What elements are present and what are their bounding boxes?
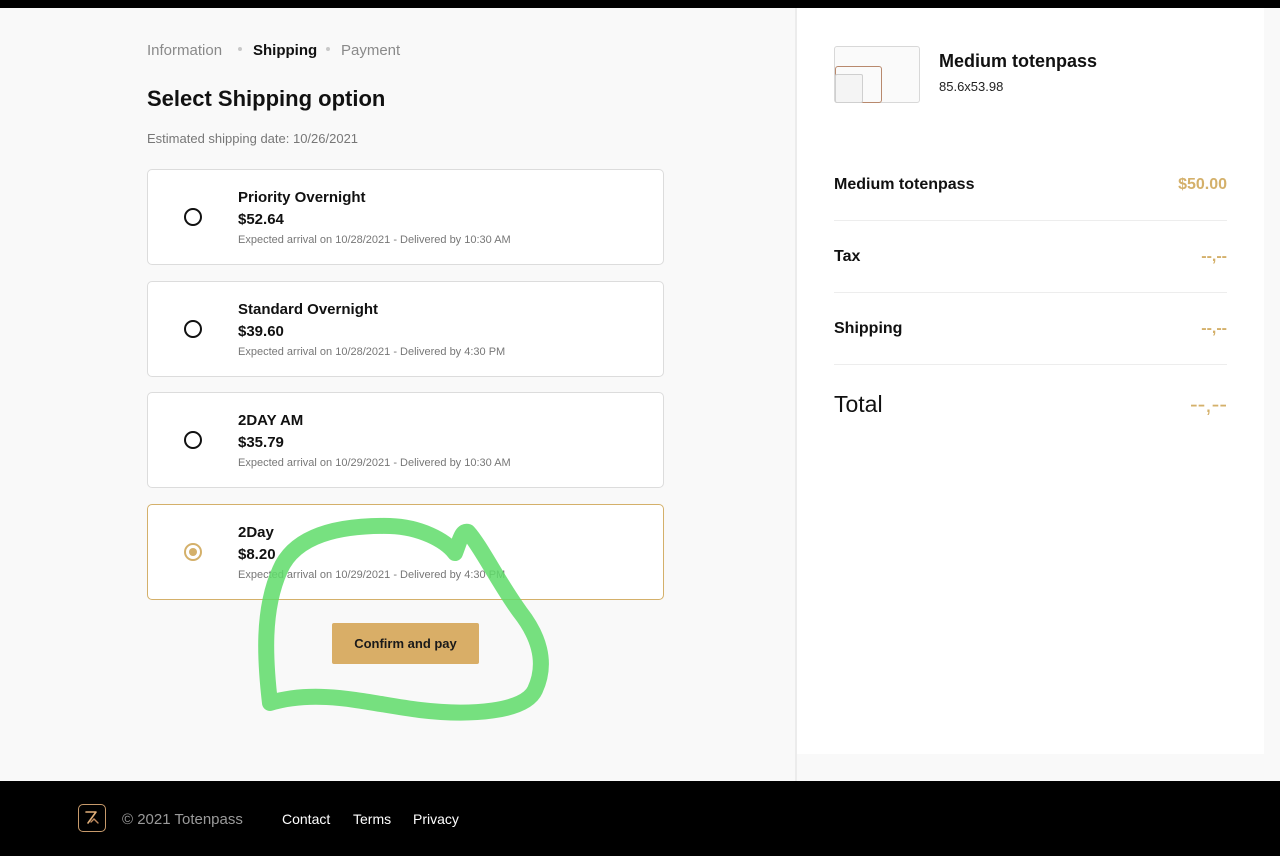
radio-selected-dot xyxy=(189,548,197,556)
shipping-option-2day-am[interactable]: 2DAY AM $35.79 Expected arrival on 10/29… xyxy=(147,392,664,488)
shipping-option-2day[interactable]: 2Day $8.20 Expected arrival on 10/29/202… xyxy=(147,504,664,600)
summary-line-label: Medium totenpass xyxy=(834,176,975,193)
summary-line-label: Tax xyxy=(834,248,861,265)
option-price: $35.79 xyxy=(238,434,284,451)
option-name: 2Day xyxy=(238,524,274,541)
summary-line-value: $50.00 xyxy=(1178,176,1227,193)
summary-divider xyxy=(834,364,1227,365)
breadcrumb-payment[interactable]: Payment xyxy=(341,42,400,59)
option-arrival: Expected arrival on 10/28/2021 - Deliver… xyxy=(238,346,506,358)
option-name: Standard Overnight xyxy=(238,301,379,318)
option-name: Priority Overnight xyxy=(238,189,366,206)
breadcrumb-information[interactable]: Information xyxy=(147,42,222,59)
radio-button[interactable] xyxy=(184,208,202,226)
estimated-shipping-date: Estimated shipping date: 10/26/2021 xyxy=(147,131,359,146)
footer-link-contact[interactable]: Contact xyxy=(282,811,330,827)
option-price: $52.64 xyxy=(238,211,284,228)
option-name: 2DAY AM xyxy=(238,412,304,429)
breadcrumb-separator xyxy=(326,47,330,51)
shipping-option-priority-overnight[interactable]: Priority Overnight $52.64 Expected arriv… xyxy=(147,169,664,265)
summary-divider xyxy=(834,292,1227,293)
total-value: --,-- xyxy=(1189,391,1227,417)
page-title: Select Shipping option xyxy=(147,86,386,111)
option-price: $39.60 xyxy=(238,323,284,340)
footer: © 2021 Totenpass Contact Terms Privacy xyxy=(0,781,1280,856)
confirm-and-pay-button[interactable]: Confirm and pay xyxy=(332,623,479,664)
summary-line-value: --,-- xyxy=(1201,320,1227,337)
option-arrival: Expected arrival on 10/29/2021 - Deliver… xyxy=(238,569,506,581)
breadcrumb-separator xyxy=(238,47,242,51)
top-bar xyxy=(0,0,1280,8)
card-thumbnail-icon xyxy=(834,46,920,103)
radio-button[interactable] xyxy=(184,320,202,338)
option-arrival: Expected arrival on 10/29/2021 - Deliver… xyxy=(238,457,511,469)
total-label: Total xyxy=(834,391,883,417)
order-summary-pane xyxy=(797,8,1264,754)
option-price: $8.20 xyxy=(238,546,276,563)
summary-line-label: Shipping xyxy=(834,320,903,337)
right-gutter xyxy=(1264,8,1280,781)
footer-link-privacy[interactable]: Privacy xyxy=(413,811,459,827)
summary-divider xyxy=(834,220,1227,221)
product-name: Medium totenpass xyxy=(939,51,1098,71)
summary-bottom-gap xyxy=(797,754,1264,781)
totenpass-logo-icon[interactable] xyxy=(78,804,106,832)
option-arrival: Expected arrival on 10/28/2021 - Deliver… xyxy=(238,234,511,246)
product-size: 85.6x53.98 xyxy=(939,79,1004,94)
summary-line-value: --,-- xyxy=(1201,248,1227,265)
radio-button[interactable] xyxy=(184,431,202,449)
card-front-shape xyxy=(835,74,863,103)
footer-link-terms[interactable]: Terms xyxy=(353,811,391,827)
breadcrumb-shipping[interactable]: Shipping xyxy=(253,42,317,59)
footer-copyright: © 2021 Totenpass xyxy=(122,811,243,828)
shipping-option-standard-overnight[interactable]: Standard Overnight $39.60 Expected arriv… xyxy=(147,281,664,377)
radio-button-selected[interactable] xyxy=(184,543,202,561)
